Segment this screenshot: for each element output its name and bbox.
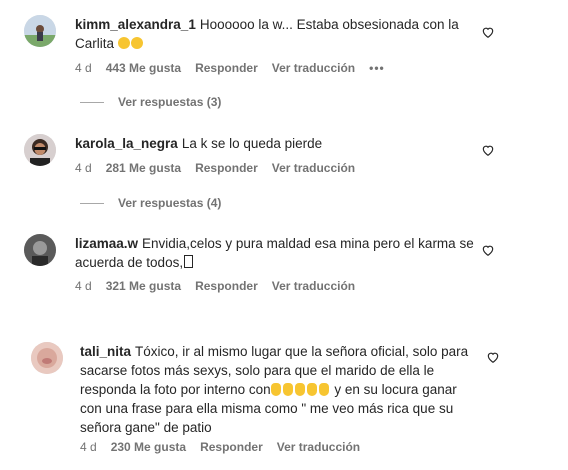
reply-button[interactable]: Responder [195,161,258,175]
heart-icon[interactable] [481,143,495,157]
comment-body: La k se lo queda pierde [181,136,323,151]
view-replies-label: Ver respuestas (3) [118,95,222,109]
translate-button[interactable]: Ver traducción [277,440,360,454]
divider [80,101,104,103]
comment-time: 4 d [75,61,92,75]
heart-icon[interactable] [481,243,495,257]
unknown-glyph-icon [184,255,194,268]
comment-text: karola_la_negra La k se lo queda pierde [75,134,465,153]
heart-icon[interactable] [486,350,500,364]
avatar[interactable] [24,234,56,266]
reply-button[interactable]: Responder [200,440,263,454]
divider [80,202,104,204]
reply-button[interactable]: Responder [195,61,258,75]
comment-username[interactable]: tali_nita [80,344,131,359]
likes-count[interactable]: 321 Me gusta [106,279,181,293]
view-replies-button[interactable]: Ver respuestas (4) [80,196,221,210]
likes-count[interactable]: 443 Me gusta [106,61,181,75]
translate-button[interactable]: Ver traducción [272,279,355,293]
astonished-emoji-icon [117,36,144,51]
comment-time: 4 d [80,440,97,454]
view-replies-label: Ver respuestas (4) [118,196,222,210]
likes-count[interactable]: 230 Me gusta [111,440,186,454]
comment-time: 4 d [75,279,92,293]
comment-time: 4 d [75,161,92,175]
comment-text: kimm_alexandra_1 Hoooooo la w... Estaba o… [75,15,465,53]
raised-hand-emoji-icon [270,382,331,397]
avatar[interactable] [24,134,56,166]
comment-username[interactable]: lizamaa.w [75,236,138,251]
avatar[interactable] [31,342,63,374]
comment-meta: 4 d 281 Me gusta Responder Ver traducción [75,161,369,175]
comment-meta: 4 d 230 Me gusta Responder Ver traducción [80,440,374,454]
more-options-icon[interactable]: ••• [369,61,385,75]
comment-text: lizamaa.w Envidia,celos y pura maldad esa… [75,234,475,272]
translate-button[interactable]: Ver traducción [272,161,355,175]
reply-button[interactable]: Responder [195,279,258,293]
view-replies-button[interactable]: Ver respuestas (3) [80,95,221,109]
avatar[interactable] [24,15,56,47]
comment-meta: 4 d 321 Me gusta Responder Ver traducción [75,279,369,293]
translate-button[interactable]: Ver traducción [272,61,355,75]
comment-username[interactable]: karola_la_negra [75,136,178,151]
likes-count[interactable]: 281 Me gusta [106,161,181,175]
comment-meta: 4 d 443 Me gusta Responder Ver traducción ••… [75,61,399,75]
heart-icon[interactable] [481,25,495,39]
comment-username[interactable]: kimm_alexandra_1 [75,17,196,32]
comment-text: tali_nita Tóxico, ir al mismo lugar que l… [80,342,475,437]
